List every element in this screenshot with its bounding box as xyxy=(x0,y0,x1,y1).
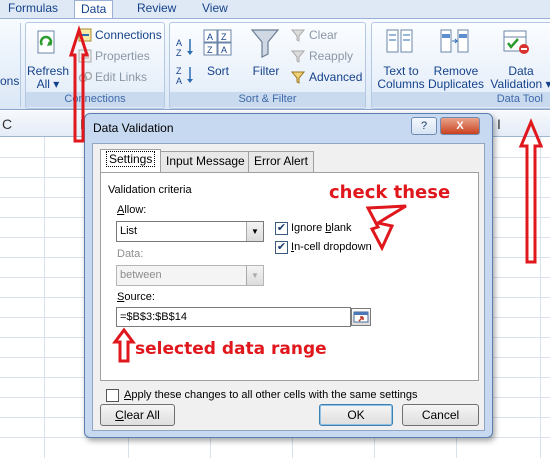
arrow-up-icon xyxy=(518,118,544,264)
annotation-overlay xyxy=(68,25,544,363)
annotation-check-these: check these xyxy=(329,182,451,203)
arrow-pointer-icon xyxy=(365,204,407,252)
arrow-up-icon xyxy=(68,25,90,143)
annotation-selected-range: selected data range xyxy=(135,339,327,359)
arrow-up-icon xyxy=(112,327,136,363)
